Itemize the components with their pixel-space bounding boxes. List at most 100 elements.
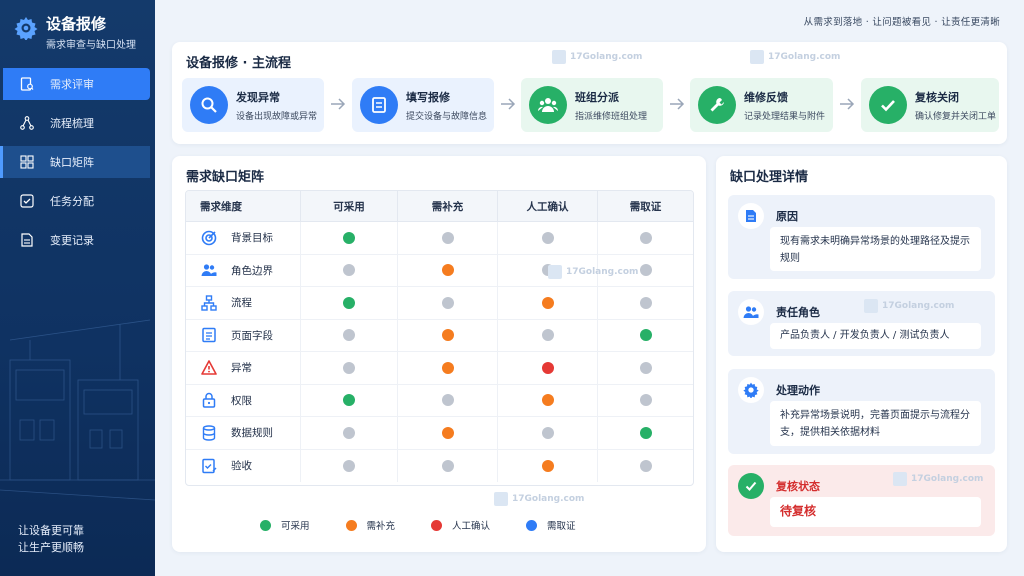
watermark-logo-icon (548, 265, 562, 279)
watermark-text: 17Golang.com (570, 52, 643, 62)
status-title: 复核状态 (776, 480, 820, 493)
sidebar-item-label: 流程梳理 (50, 117, 94, 130)
check-icon (869, 86, 907, 124)
step-title: 复核关闭 (915, 90, 959, 104)
legend-label: 可采用 (281, 521, 310, 532)
brand: 设备报修 需求审查与缺口处理 (14, 14, 136, 51)
table-row[interactable]: 页面字段 (186, 319, 693, 352)
status-dot-gray (343, 329, 355, 342)
dimension-label: 流程 (231, 297, 252, 310)
status-dot-red (541, 361, 554, 374)
sidebar: 设备报修 需求审查与缺口处理 需求评审 流程梳理 缺口矩阵 任务分配 变更记录 (0, 0, 155, 576)
status-cell-manual-confirm (498, 417, 598, 449)
gear-icon (738, 377, 764, 403)
arrow-right-icon (840, 98, 855, 110)
legend-dot (526, 519, 538, 531)
status-cell-supplement (398, 287, 498, 319)
watermark-logo-icon (552, 50, 566, 64)
dimension-label: 数据规则 (231, 427, 273, 440)
dimension-cell: 异常 (186, 352, 301, 384)
status-cell-adoptable (301, 319, 398, 351)
sidebar-item-matrix[interactable]: 缺口矩阵 (0, 146, 150, 178)
status-dot-gray (639, 361, 652, 374)
table-row[interactable]: 流程 (186, 287, 693, 320)
action-body: 补充异常场景说明，完善页面提示与流程分支，提供相关依据材料 (770, 401, 981, 446)
slogan: 让设备更可靠 让生产更顺畅 (18, 522, 84, 556)
step-desc: 指派维修班组处理 (575, 111, 648, 122)
table-row[interactable]: 背景目标 (186, 222, 693, 255)
watermark-text: 17Golang.com (882, 301, 955, 311)
step-title: 维修反馈 (744, 90, 788, 104)
watermark-text: 17Golang.com (911, 474, 984, 484)
gap-matrix-table: 需求维度 可采用 需补充 人工确认 需取证 背景目标 角色边界 流程 页面字段 异常 权限… (185, 190, 694, 486)
sidebar-item-task[interactable]: 任务分配 (0, 185, 150, 217)
step-desc: 提交设备与故障信息 (406, 111, 488, 122)
task-icon (20, 194, 34, 208)
cause-section: 原因 现有需求未明确异常场景的处理路径及提示规则 (728, 195, 995, 279)
step-desc: 记录处理结果与附件 (744, 111, 826, 122)
legend-dot (345, 519, 357, 531)
status-cell-manual-confirm (498, 352, 598, 384)
dimension-label: 页面字段 (231, 329, 273, 342)
status-cell-evidence (598, 287, 693, 319)
review-icon (20, 77, 34, 91)
document-icon (738, 203, 764, 229)
watermark-logo-icon (494, 492, 508, 506)
legend-item: 可采用 (260, 518, 310, 532)
legend: 可采用 需补充 人工确认 需取证 (260, 518, 612, 532)
status-dot-gray (441, 459, 454, 472)
flow-step[interactable]: 填写报修 提交设备与故障信息 (352, 78, 494, 132)
dimension-label: 权限 (231, 394, 252, 407)
flow-step[interactable]: 班组分派指派维修班组处理 (521, 78, 663, 132)
table-row[interactable]: 数据规则 (186, 417, 693, 450)
watermark: 17Golang.com (494, 492, 584, 506)
warning-icon (201, 360, 217, 376)
status-cell-adoptable (301, 287, 398, 319)
sidebar-item-review[interactable]: 需求评审 (3, 68, 150, 100)
status-cell-adoptable (301, 352, 398, 384)
cause-body: 现有需求未明确异常场景的处理路径及提示规则 (770, 227, 981, 271)
arrow-right-icon (501, 98, 516, 110)
status-dot-gray (639, 231, 652, 244)
watermark-logo-icon (750, 50, 764, 64)
flow-step[interactable]: 发现异常 设备出现故障或异常 (182, 78, 324, 132)
wrench-icon (698, 86, 736, 124)
dimension-cell: 数据规则 (186, 417, 301, 449)
sidebar-item-label: 任务分配 (50, 195, 94, 208)
cause-title: 原因 (776, 210, 798, 223)
status-cell-manual-confirm (498, 384, 598, 416)
record-icon (20, 233, 34, 247)
status-dot-orange (441, 361, 454, 374)
status-cell-supplement (398, 449, 498, 482)
status-dot-orange (541, 394, 554, 407)
sidebar-item-flow[interactable]: 流程梳理 (0, 107, 150, 139)
step-desc: 设备出现故障或异常 (236, 111, 318, 122)
legend-label: 需补充 (366, 521, 396, 532)
sidebar-item-record[interactable]: 变更记录 (0, 224, 150, 256)
status-cell-supplement (398, 222, 498, 254)
flow-step[interactable]: 维修反馈记录处理结果与附件 (690, 78, 833, 132)
watermark: 17Golang.com (864, 299, 954, 313)
users-icon (201, 262, 217, 278)
table-row[interactable]: 权限 (186, 384, 693, 417)
status-cell-evidence (598, 320, 693, 352)
flow-title: 设备报修 · 主流程 (186, 56, 291, 71)
status-cell-manual-confirm (498, 287, 598, 319)
step-title: 班组分派 (575, 90, 619, 104)
status-cell-manual-confirm (498, 449, 598, 482)
sidebar-nav: 需求评审 流程梳理 缺口矩阵 任务分配 变更记录 (0, 68, 155, 263)
form-icon (201, 327, 217, 343)
status-dot-gray (639, 264, 652, 277)
sidebar-item-label: 缺口矩阵 (50, 156, 94, 169)
table-row[interactable]: 验收 (186, 449, 693, 482)
status-cell-evidence (598, 385, 693, 417)
form-icon (360, 86, 398, 124)
watermark-text: 17Golang.com (512, 494, 585, 504)
table-row[interactable]: 异常 (186, 352, 693, 385)
check-icon (738, 473, 764, 499)
dimension-label: 验收 (231, 460, 252, 473)
legend-dot (431, 519, 443, 531)
status-dot-gray (441, 231, 454, 244)
flow-step[interactable]: 复核关闭 确认修复并关闭工单 (861, 78, 999, 132)
app-subtitle: 需求审查与缺口处理 (46, 40, 136, 51)
